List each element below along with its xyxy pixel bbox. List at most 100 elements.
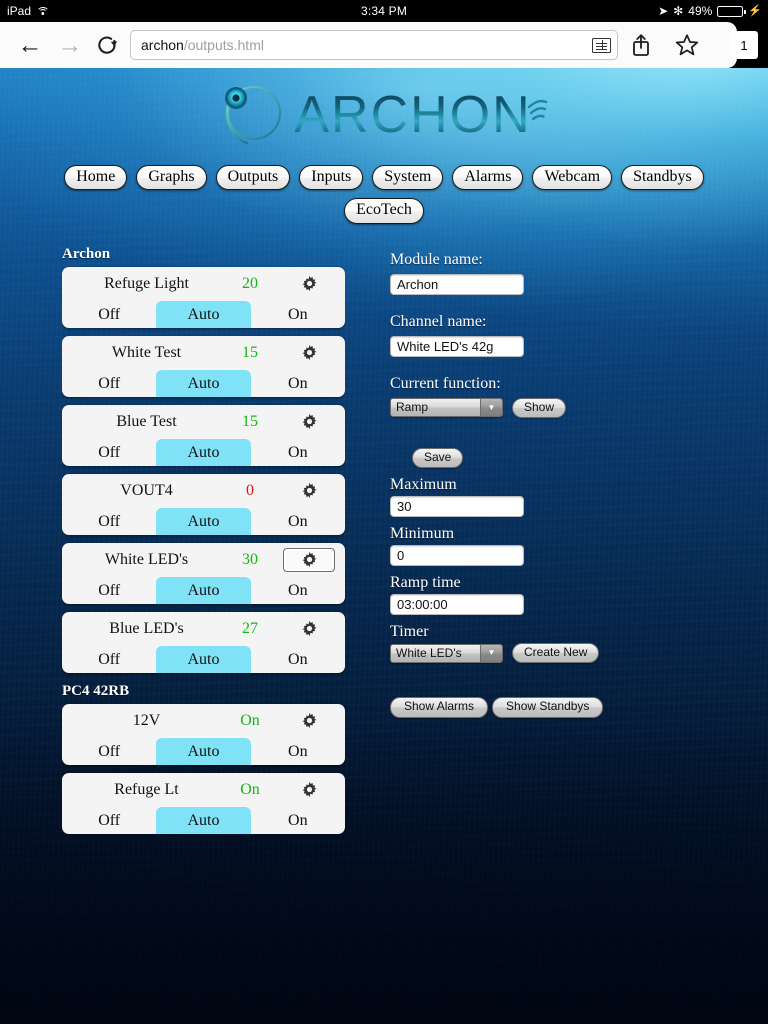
panel-actions: Show Alarms Show Standbys xyxy=(390,697,604,739)
reload-icon[interactable] xyxy=(90,25,124,65)
mode-off[interactable]: Off xyxy=(62,577,156,604)
ramp-time-label: Ramp time xyxy=(390,574,461,592)
card-header: Blue LED's 27 xyxy=(62,612,345,646)
battery-icon xyxy=(717,5,746,17)
outputs-scroll-region[interactable]: Archon Refuge Light 20 Off Auto On White… xyxy=(62,246,345,834)
bookmark-star-icon[interactable] xyxy=(664,25,710,65)
output-card[interactable]: Blue Test 15 Off Auto On xyxy=(62,404,345,466)
mode-on[interactable]: On xyxy=(251,738,345,765)
nav-item-webcam[interactable]: Webcam xyxy=(532,165,613,191)
output-card[interactable]: Blue LED's 27 Off Auto On xyxy=(62,611,345,673)
mode-auto[interactable]: Auto xyxy=(156,806,251,834)
mode-selector: Off Auto On xyxy=(62,369,345,397)
ramp-time-input[interactable] xyxy=(390,594,524,616)
address-bar[interactable]: archon/outputs.html xyxy=(130,30,618,60)
show-alarms-button[interactable]: Show Alarms xyxy=(390,697,489,718)
output-card[interactable]: Refuge Light 20 Off Auto On xyxy=(62,266,345,328)
mode-off[interactable]: Off xyxy=(62,646,156,673)
mode-auto[interactable]: Auto xyxy=(156,576,251,604)
nav-item-standbys[interactable]: Standbys xyxy=(621,165,704,191)
minimum-label: Minimum xyxy=(390,525,455,543)
mode-auto[interactable]: Auto xyxy=(156,369,251,397)
gear-icon[interactable] xyxy=(283,709,335,733)
show-standbys-button[interactable]: Show Standbys xyxy=(492,697,604,718)
nav-item-system[interactable]: System xyxy=(372,165,444,191)
tab-count-badge[interactable]: 1 xyxy=(730,31,758,59)
gear-icon[interactable] xyxy=(283,547,335,572)
save-button[interactable]: Save xyxy=(412,447,464,469)
mode-selector: Off Auto On xyxy=(62,507,345,535)
mode-off[interactable]: Off xyxy=(62,508,156,535)
ios-status-bar: iPad 3:34 PM ➤ ✻ 49% ⚡ xyxy=(0,0,768,22)
channel-name: Blue Test xyxy=(116,412,177,430)
channel-name-input[interactable] xyxy=(390,335,524,357)
output-card[interactable]: White Test 15 Off Auto On xyxy=(62,335,345,397)
mode-off[interactable]: Off xyxy=(62,370,156,397)
gear-icon[interactable] xyxy=(283,410,335,434)
outputs-column: Archon Refuge Light 20 Off Auto On White… xyxy=(0,246,345,834)
mode-off[interactable]: Off xyxy=(62,807,156,834)
channel-value: 27 xyxy=(242,619,258,637)
gear-icon[interactable] xyxy=(283,617,335,641)
channel-name: White Test xyxy=(111,343,182,361)
nav-item-home[interactable]: Home xyxy=(64,165,128,191)
lightning-bolt-icon: ⚡ xyxy=(748,4,762,17)
channel-value: 15 xyxy=(242,343,258,361)
browser-toolbar: ← → archon/outputs.html 1 xyxy=(0,22,768,68)
mode-auto[interactable]: Auto xyxy=(156,645,251,673)
channel-name: Refuge Lt xyxy=(114,780,179,798)
back-arrow-icon[interactable]: ← xyxy=(10,25,50,65)
maximum-input[interactable] xyxy=(390,496,524,518)
url-text: archon/outputs.html xyxy=(141,37,264,53)
mode-auto[interactable]: Auto xyxy=(156,438,251,466)
site-header: ARCHON xyxy=(0,68,768,153)
mode-on[interactable]: On xyxy=(251,439,345,466)
mode-auto[interactable]: Auto xyxy=(156,737,251,765)
maximum-label: Maximum xyxy=(390,476,457,494)
channel-value: 15 xyxy=(242,412,258,430)
mode-on[interactable]: On xyxy=(251,370,345,397)
mode-selector: Off Auto On xyxy=(62,576,345,604)
mode-on[interactable]: On xyxy=(251,646,345,673)
battery-percent-label: 49% xyxy=(688,4,713,18)
channel-name: VOUT4 xyxy=(120,481,173,499)
share-icon[interactable] xyxy=(618,25,664,65)
mode-auto[interactable]: Auto xyxy=(156,507,251,535)
module-name-input[interactable] xyxy=(390,273,524,295)
mode-on[interactable]: On xyxy=(251,301,345,328)
channel-name: 12V xyxy=(132,711,161,729)
channel-value: 30 xyxy=(242,550,258,568)
main-area: Archon Refuge Light 20 Off Auto On White… xyxy=(0,246,768,834)
timer-select[interactable]: White LED's ▼ xyxy=(390,643,503,663)
mode-on[interactable]: On xyxy=(251,577,345,604)
create-new-button[interactable]: Create New xyxy=(512,643,600,664)
output-card[interactable]: Refuge Lt On Off Auto On xyxy=(62,772,345,834)
gear-icon[interactable] xyxy=(283,778,335,802)
reader-view-icon[interactable] xyxy=(592,37,611,53)
gear-icon[interactable] xyxy=(283,479,335,503)
nav-item-inputs[interactable]: Inputs xyxy=(299,165,364,191)
nav-item-alarms[interactable]: Alarms xyxy=(452,165,524,191)
mode-off[interactable]: Off xyxy=(62,439,156,466)
forward-arrow-icon[interactable]: → xyxy=(50,25,90,65)
output-card[interactable]: 12V On Off Auto On xyxy=(62,703,345,765)
mode-off[interactable]: Off xyxy=(62,738,156,765)
timer-value: White LED's xyxy=(391,644,480,662)
card-header: 12V On xyxy=(62,704,345,738)
mode-on[interactable]: On xyxy=(251,508,345,535)
nav-item-ecotech[interactable]: EcoTech xyxy=(344,198,424,224)
mode-auto[interactable]: Auto xyxy=(156,300,251,328)
mode-off[interactable]: Off xyxy=(62,301,156,328)
nav-item-outputs[interactable]: Outputs xyxy=(215,165,291,191)
nav-item-graphs[interactable]: Graphs xyxy=(136,165,207,191)
current-function-select[interactable]: Ramp ▼ xyxy=(390,398,503,418)
gear-icon[interactable] xyxy=(283,272,335,296)
minimum-input[interactable] xyxy=(390,545,524,567)
output-card[interactable]: White LED's 30 Off Auto On xyxy=(62,542,345,604)
current-function-label: Current function: xyxy=(390,374,501,392)
show-function-button[interactable]: Show xyxy=(512,397,567,418)
output-card[interactable]: VOUT4 0 Off Auto On xyxy=(62,473,345,535)
channel-value: 0 xyxy=(246,481,254,499)
mode-on[interactable]: On xyxy=(251,807,345,834)
gear-icon[interactable] xyxy=(283,341,335,365)
